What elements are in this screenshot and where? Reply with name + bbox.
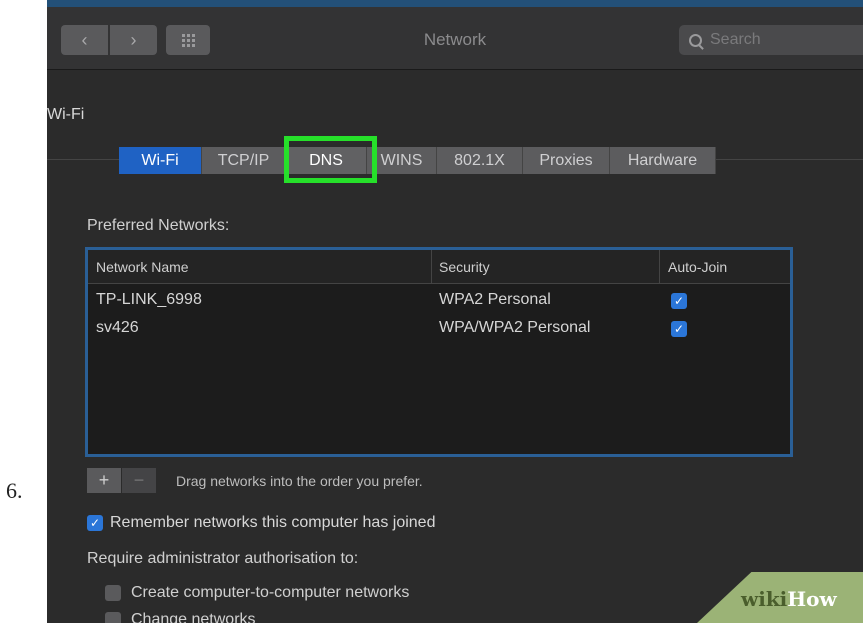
network-name-cell: sv426 xyxy=(96,319,139,336)
column-separator xyxy=(431,250,432,283)
auto-join-checkbox[interactable]: ✓ xyxy=(671,293,687,309)
wikihow-watermark: wikiHow xyxy=(741,587,837,611)
tab-tcpip[interactable]: TCP/IP xyxy=(202,147,286,174)
search-placeholder: Search xyxy=(710,31,761,48)
dns-tab-highlight xyxy=(284,136,377,183)
tab-wins[interactable]: WINS xyxy=(367,147,437,174)
create-networks-checkbox[interactable] xyxy=(105,585,121,601)
search-field[interactable]: Search xyxy=(679,25,863,55)
auto-join-checkbox[interactable]: ✓ xyxy=(671,321,687,337)
search-icon xyxy=(689,33,702,47)
tab-proxies[interactable]: Proxies xyxy=(523,147,610,174)
remove-network-button[interactable]: − xyxy=(122,468,156,493)
column-separator xyxy=(659,250,660,283)
create-networks-option[interactable]: Create computer-to-computer networks xyxy=(105,584,409,602)
remember-networks-option[interactable]: ✓ Remember networks this computer has jo… xyxy=(87,514,435,532)
preferred-networks-table[interactable]: Network Name Security Auto-Join TP-LINK_… xyxy=(85,247,793,457)
add-network-button[interactable]: + xyxy=(87,468,121,493)
change-networks-checkbox[interactable] xyxy=(105,612,121,623)
preferred-networks-label: Preferred Networks: xyxy=(87,217,230,234)
column-header-security[interactable]: Security xyxy=(439,259,490,275)
toolbar: ‹ › Network Search xyxy=(47,7,863,70)
table-row[interactable]: TP-LINK_6998 WPA2 Personal ✓ xyxy=(88,287,790,315)
drag-hint-text: Drag networks into the order you prefer. xyxy=(176,473,423,489)
require-admin-label: Require administrator authorisation to: xyxy=(87,550,359,567)
remember-networks-checkbox[interactable]: ✓ xyxy=(87,515,103,531)
create-networks-label: Create computer-to-computer networks xyxy=(131,584,410,601)
security-cell: WPA2 Personal xyxy=(439,291,551,308)
top-strip xyxy=(47,0,863,7)
network-name-cell: TP-LINK_6998 xyxy=(96,291,202,308)
add-remove-controls: + − xyxy=(87,468,156,493)
step-number: 6. xyxy=(6,478,23,503)
tab-hardware[interactable]: Hardware xyxy=(610,147,716,174)
panel-title: Wi-Fi xyxy=(47,106,85,123)
tab-wifi[interactable]: Wi-Fi xyxy=(119,147,202,174)
tab-8021x[interactable]: 802.1X xyxy=(437,147,523,174)
table-header: Network Name Security Auto-Join xyxy=(88,250,790,284)
network-preferences-window: ‹ › Network Search Wi-Fi Wi-Fi TCP/IP DN… xyxy=(47,0,863,623)
tab-bar: Wi-Fi TCP/IP DNS WINS 802.1X Proxies Har… xyxy=(119,147,716,174)
remember-networks-label: Remember networks this computer has join… xyxy=(110,514,436,531)
table-row[interactable]: sv426 WPA/WPA2 Personal ✓ xyxy=(88,315,790,343)
security-cell: WPA/WPA2 Personal xyxy=(439,319,591,336)
wikihow-watermark-how: How xyxy=(787,587,837,611)
wikihow-watermark-wiki: wiki xyxy=(741,587,788,611)
change-networks-option[interactable]: Change networks xyxy=(105,611,256,623)
change-networks-label: Change networks xyxy=(131,611,256,623)
column-header-network-name[interactable]: Network Name xyxy=(96,259,189,275)
column-header-auto-join[interactable]: Auto-Join xyxy=(668,259,727,275)
